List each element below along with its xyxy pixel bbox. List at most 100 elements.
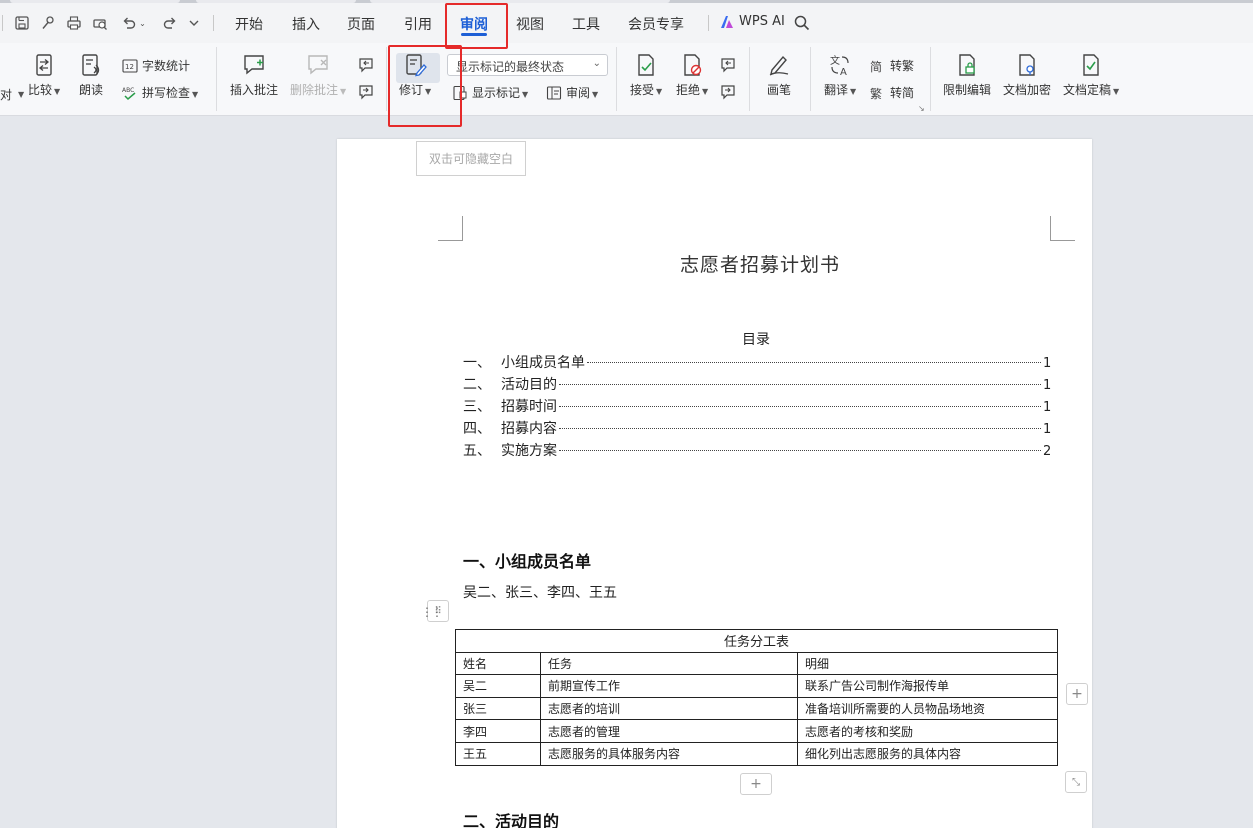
reject-change-button[interactable]: 拒绝 ▼ bbox=[676, 53, 708, 98]
table-header-cell[interactable]: 姓名 bbox=[455, 651, 541, 676]
tab-member[interactable]: 会员专享 bbox=[628, 14, 684, 34]
toc-page: 1 bbox=[1043, 422, 1052, 437]
wps-ai-button[interactable]: WPS AI bbox=[720, 14, 785, 29]
partial-left-label: 对 bbox=[0, 88, 13, 102]
next-comment-button[interactable] bbox=[358, 84, 374, 100]
undo-icon[interactable]: ⌄ bbox=[119, 13, 149, 33]
previous-change-button[interactable] bbox=[720, 57, 736, 73]
show-markup-button[interactable]: 显示标记 ▼ bbox=[452, 84, 528, 101]
svg-text:简: 简 bbox=[870, 60, 882, 74]
table-cell[interactable]: 联系广告公司制作海报传单 bbox=[797, 674, 1058, 698]
brush-format-icon[interactable] bbox=[38, 13, 58, 33]
delete-comment-button[interactable]: 删除批注 ▼ bbox=[290, 53, 346, 98]
toc-entry[interactable]: 二、 活动目的 1 bbox=[463, 374, 1051, 394]
tab-insert[interactable]: 插入 bbox=[292, 14, 320, 34]
table-cell[interactable]: 志愿者的培训 bbox=[540, 696, 798, 721]
compare-button[interactable]: 比较 ▼ bbox=[28, 53, 60, 98]
to-traditional-button[interactable]: 简 转繁 bbox=[870, 57, 914, 74]
separator bbox=[616, 47, 617, 111]
menu-bar: ⌄ 开始 插入 页面 引用 审阅 视图 工具 会员专享 WPS AI bbox=[0, 3, 1253, 43]
document-title: 志愿者招募计划书 bbox=[680, 254, 841, 276]
caret-down-icon: ▼ bbox=[340, 87, 347, 96]
dialog-launcher-icon[interactable]: ↘ bbox=[918, 104, 925, 113]
table-cell[interactable]: 前期宣传工作 bbox=[540, 674, 798, 698]
toc-title: 目录 bbox=[742, 332, 770, 348]
customize-toolbar-icon[interactable] bbox=[186, 13, 202, 33]
caret-down-icon: ▼ bbox=[522, 90, 529, 99]
encrypt-document-icon bbox=[1019, 54, 1035, 76]
table-cell[interactable]: 李四 bbox=[455, 719, 541, 743]
to-simplified-label: 转简 bbox=[890, 86, 915, 100]
accept-change-button[interactable]: 接受 ▼ bbox=[630, 53, 662, 98]
previous-change-icon bbox=[721, 58, 735, 73]
read-aloud-button[interactable]: 朗读 bbox=[79, 53, 103, 98]
save-icon[interactable] bbox=[12, 13, 32, 33]
spell-check-button[interactable]: ABC 拼写检查 ▼ bbox=[122, 84, 198, 101]
next-change-button[interactable] bbox=[720, 84, 736, 100]
toc-page: 1 bbox=[1043, 400, 1052, 415]
toc-entry[interactable]: 五、 实施方案 2 bbox=[463, 440, 1051, 460]
to-traditional-label: 转繁 bbox=[890, 59, 915, 73]
word-count-icon: 12 bbox=[122, 58, 138, 73]
tab-tools[interactable]: 工具 bbox=[572, 14, 600, 34]
pen-button[interactable]: 画笔 bbox=[767, 53, 791, 98]
tab-page[interactable]: 页面 bbox=[347, 14, 375, 34]
table-header-cell[interactable]: 任务 bbox=[540, 651, 798, 676]
separator bbox=[213, 15, 214, 31]
markup-state-select[interactable]: 显示标记的最终状态 ⌄ bbox=[447, 54, 608, 76]
review-pane-button[interactable]: 审阅 ▼ bbox=[546, 84, 598, 101]
toc-entry[interactable]: 三、 招募时间 1 bbox=[463, 396, 1051, 416]
wps-ai-logo-icon bbox=[720, 15, 734, 29]
track-changes-highlight bbox=[388, 45, 462, 127]
restrict-edit-button[interactable]: 限制编辑 bbox=[943, 53, 991, 98]
toc-page: 1 bbox=[1043, 356, 1052, 371]
add-column-icon[interactable]: + bbox=[1066, 683, 1088, 705]
hide-blank-tooltip[interactable]: 双击可隐藏空白 bbox=[416, 141, 526, 176]
insert-comment-button[interactable]: 插入批注 bbox=[230, 53, 278, 98]
table-cell[interactable]: 王五 bbox=[455, 741, 541, 766]
to-simplified-button[interactable]: 繁 转简 bbox=[870, 84, 914, 101]
toc-entry[interactable]: 四、 招募内容 1 bbox=[463, 418, 1051, 438]
table-header-cell[interactable]: 明细 bbox=[797, 651, 1058, 676]
review-pane-label: 审阅 bbox=[566, 86, 591, 100]
tab-view[interactable]: 视图 bbox=[516, 14, 544, 34]
toc-leader bbox=[559, 406, 1041, 407]
separator bbox=[386, 47, 387, 111]
encrypt-document-button[interactable]: 文档加密 bbox=[1003, 53, 1051, 98]
resize-table-icon[interactable]: ⤡ bbox=[1065, 771, 1087, 793]
chevron-down-icon: ⌄ bbox=[592, 58, 601, 69]
translate-button[interactable]: 文A 翻译 ▼ bbox=[824, 53, 856, 98]
drag-handle-icon[interactable]: ⋮⋮ bbox=[421, 606, 443, 618]
undo-dropdown-icon[interactable]: ⌄ bbox=[139, 19, 146, 28]
table-cell[interactable]: 志愿服务的具体服务内容 bbox=[540, 741, 798, 766]
tab-references[interactable]: 引用 bbox=[404, 14, 432, 34]
task-table: 任务分工表 姓名 任务 明细 吴二 前期宣传工作 联系广告公司制作海报传单 张三… bbox=[455, 629, 1058, 766]
table-cell[interactable]: 志愿者的考核和奖励 bbox=[797, 719, 1058, 743]
section-heading: 二、活动目的 bbox=[463, 812, 560, 828]
caret-down-icon: ▼ bbox=[192, 90, 199, 99]
table-cell[interactable]: 志愿者的管理 bbox=[540, 719, 798, 743]
toc-leader bbox=[587, 362, 1041, 363]
tab-home[interactable]: 开始 bbox=[235, 14, 263, 34]
member-list-text: 吴二、张三、李四、王五 bbox=[463, 585, 617, 601]
print-icon[interactable] bbox=[64, 13, 84, 33]
table-cell[interactable]: 细化列出志愿服务的具体内容 bbox=[797, 741, 1058, 766]
page-corner-mark bbox=[1050, 216, 1075, 241]
add-row-icon[interactable]: + bbox=[740, 773, 772, 795]
table-cell[interactable]: 准备培训所需要的人员物品场地资 bbox=[797, 696, 1058, 721]
partial-left-button[interactable]: 对 ▼ bbox=[0, 86, 24, 103]
finalize-document-button[interactable]: 文档定稿 ▼ bbox=[1063, 53, 1119, 98]
previous-comment-button[interactable] bbox=[358, 57, 374, 73]
print-preview-icon[interactable] bbox=[90, 13, 110, 33]
table-cell[interactable]: 张三 bbox=[455, 696, 541, 721]
toc-entry[interactable]: 一、 小组成员名单 1 bbox=[463, 352, 1051, 372]
svg-text:繁: 繁 bbox=[870, 86, 882, 101]
redo-icon[interactable] bbox=[160, 13, 180, 33]
page-corner-mark bbox=[438, 216, 463, 241]
table-cell[interactable]: 吴二 bbox=[455, 674, 541, 698]
table-caption[interactable]: 任务分工表 bbox=[455, 629, 1058, 653]
search-icon[interactable] bbox=[793, 13, 811, 33]
toc-number: 二、 bbox=[463, 377, 491, 393]
caret-down-icon: ▼ bbox=[656, 87, 663, 96]
word-count-button[interactable]: 12 字数统计 bbox=[122, 57, 190, 74]
